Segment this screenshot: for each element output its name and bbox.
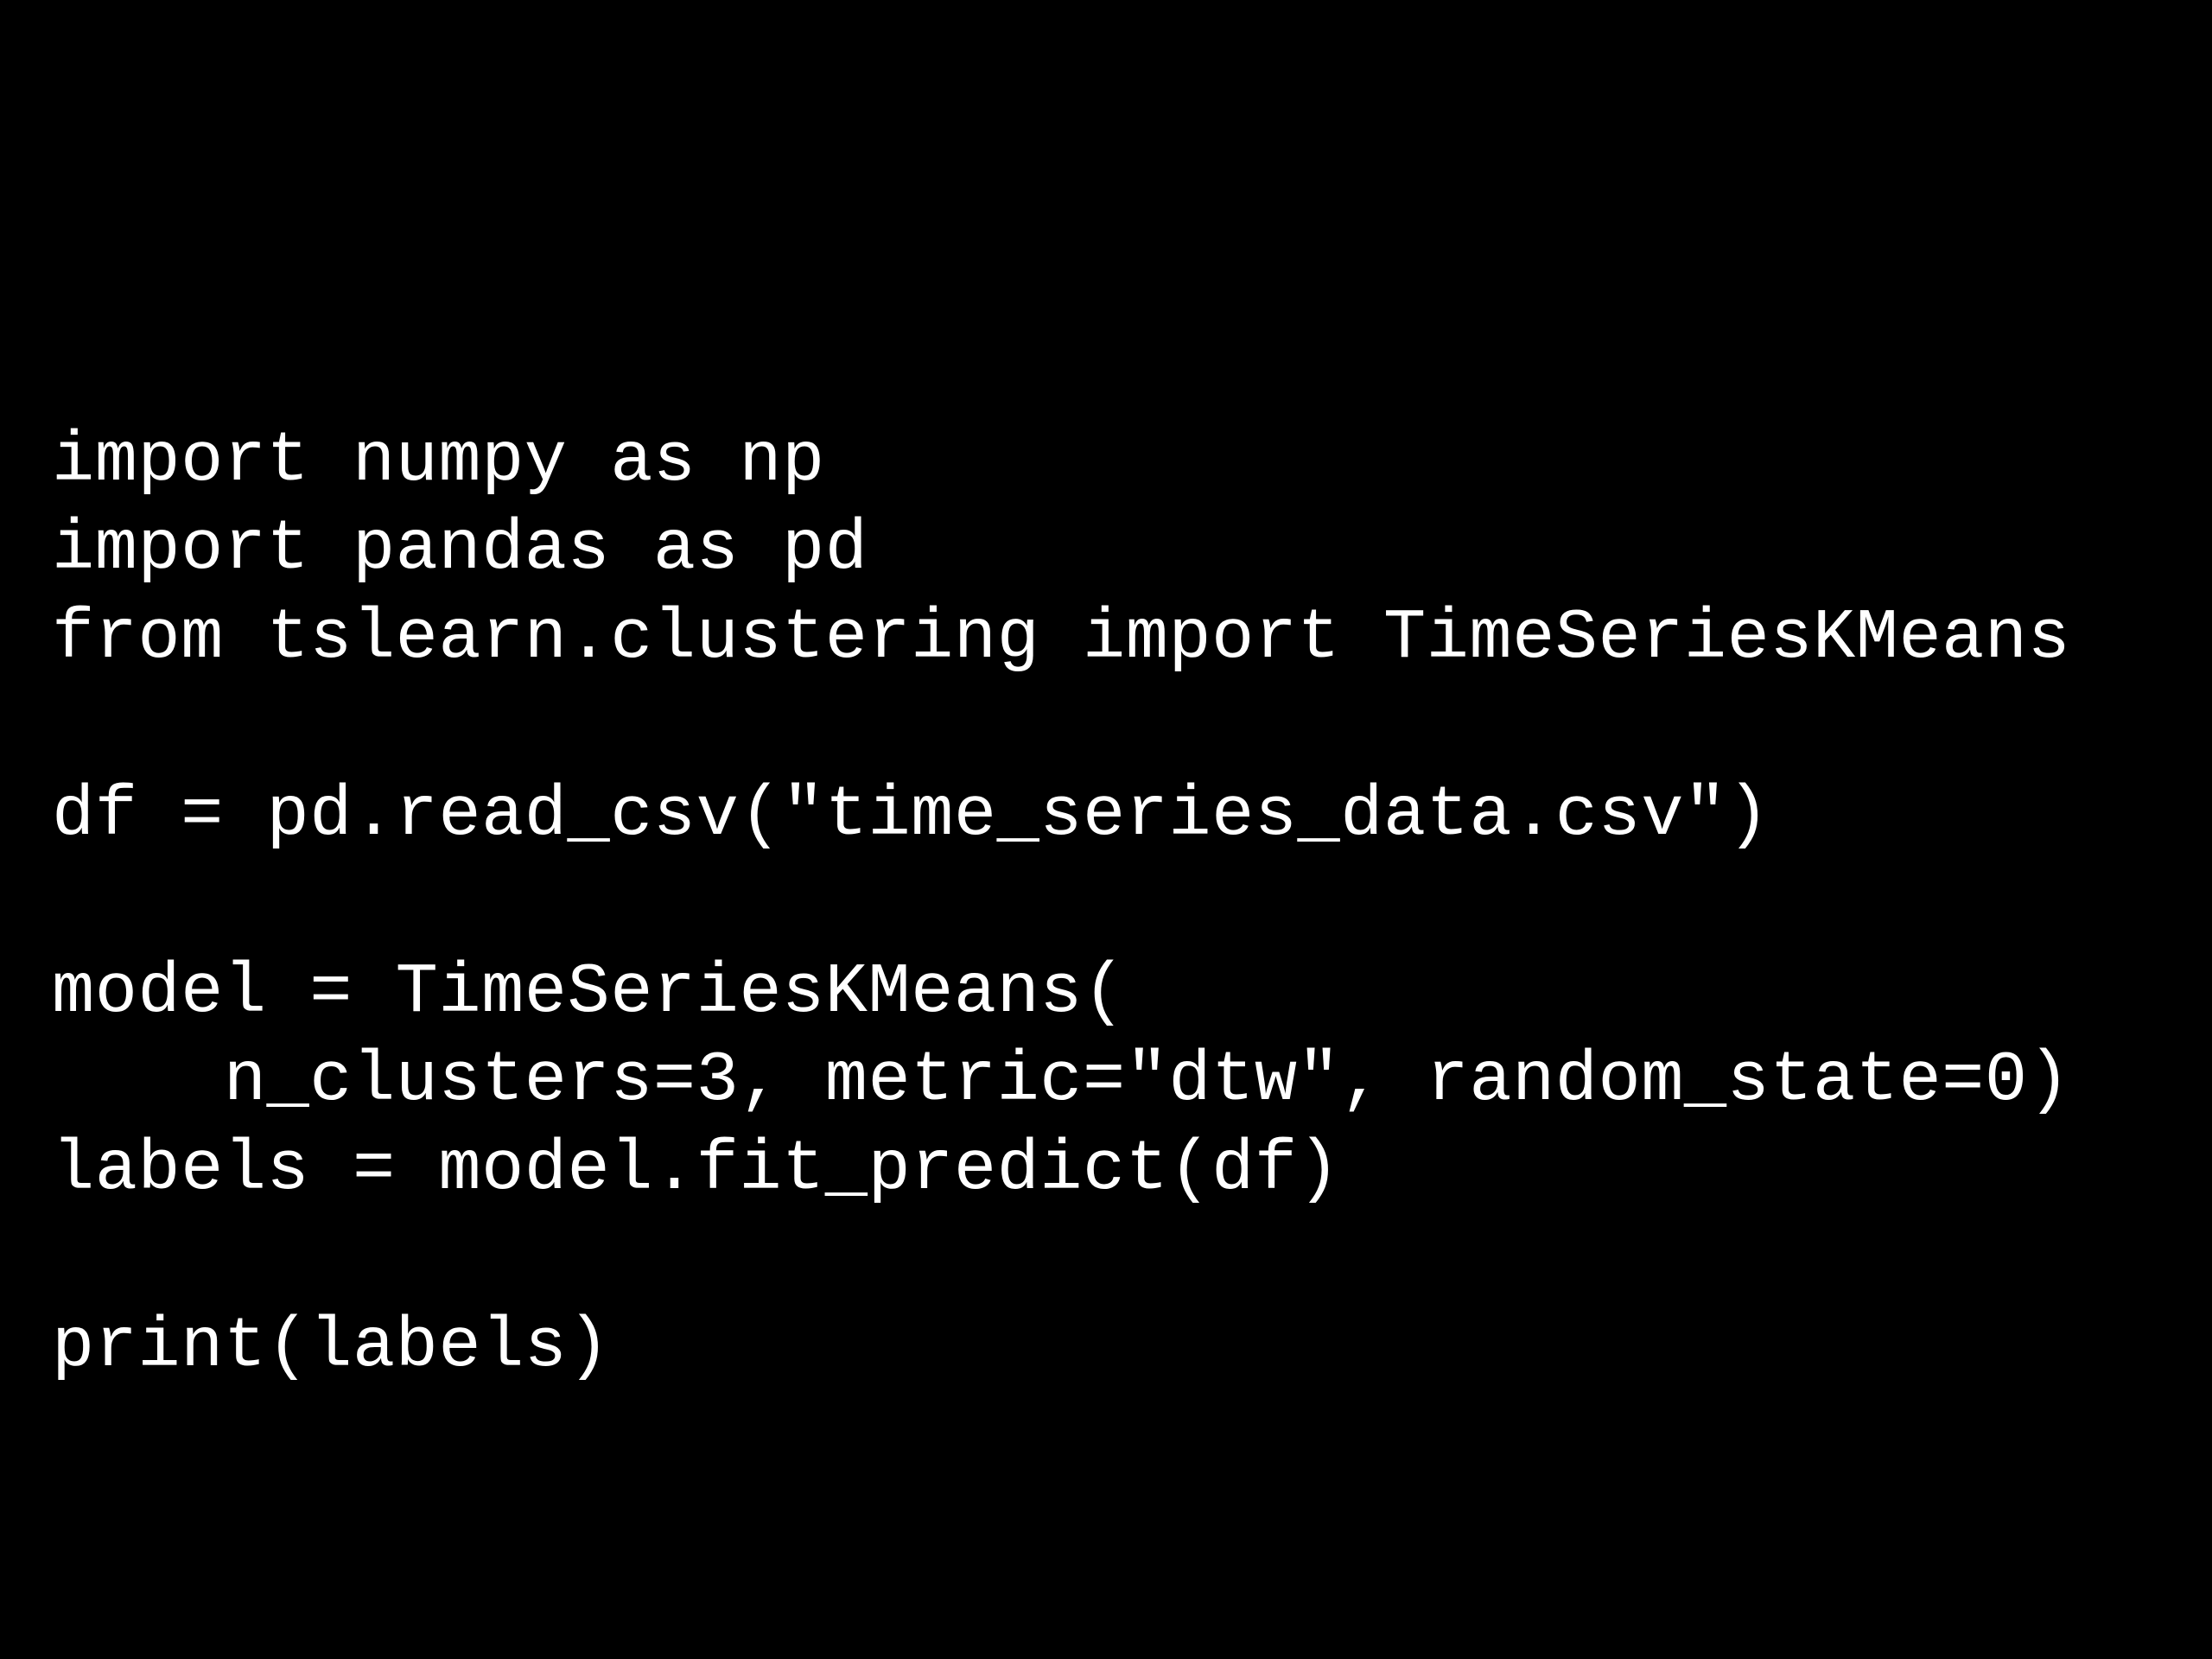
code-line: model = TimeSeriesKMeans( [52,952,1126,1033]
code-block: import numpy as np import pandas as pd f… [0,0,2212,1391]
code-line: import pandas as pd [52,509,868,589]
code-line: n_clusters=3, metric="dtw", random_state… [52,1040,2070,1121]
code-line: import numpy as np [52,421,825,501]
code-line: from tslearn.clustering import TimeSerie… [52,598,2070,678]
code-line: df = pd.read_csv("time_series_data.csv") [52,775,1770,855]
code-line: print(labels) [52,1306,610,1387]
code-line: labels = model.fit_predict(df) [52,1129,1340,1210]
